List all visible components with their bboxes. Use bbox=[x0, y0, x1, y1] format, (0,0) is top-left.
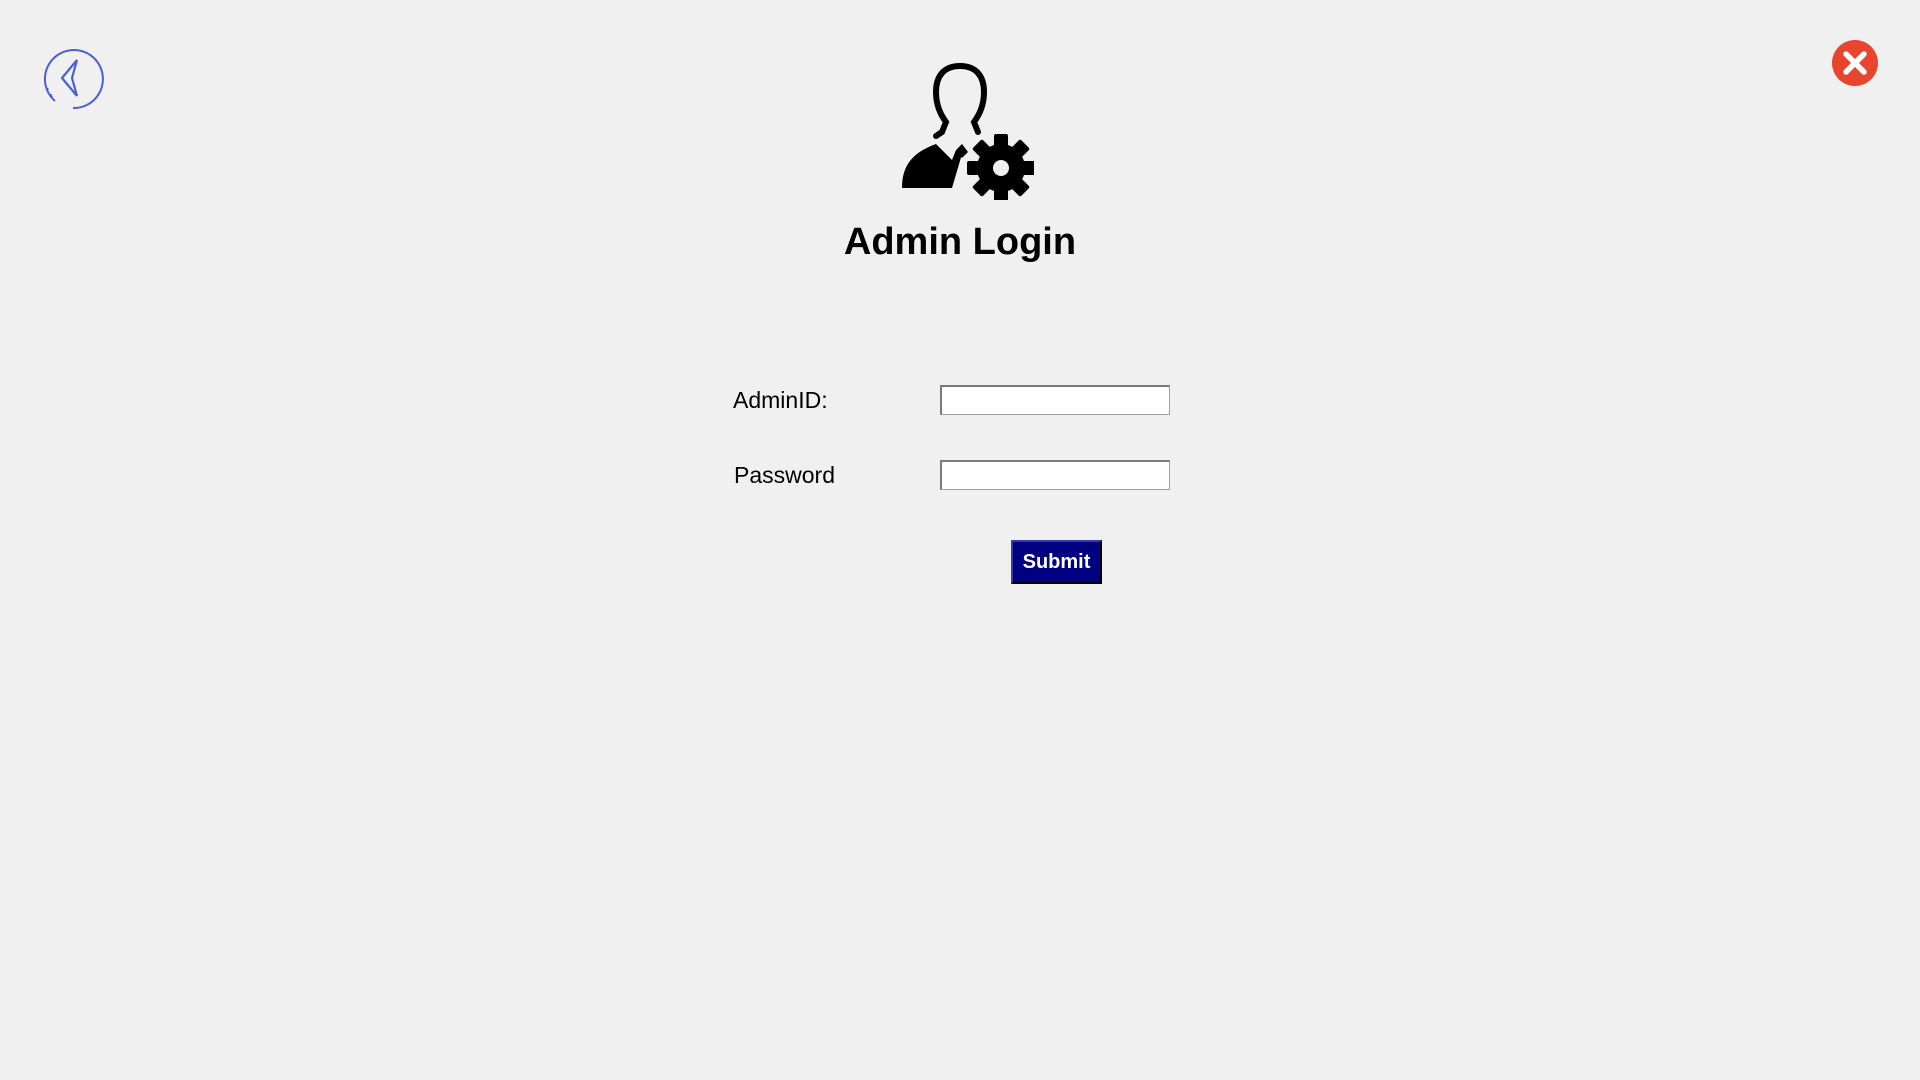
adminid-label: AdminID: bbox=[733, 387, 828, 413]
adminid-field[interactable] bbox=[940, 385, 1170, 415]
back-arrow-icon bbox=[43, 49, 104, 110]
password-field[interactable] bbox=[940, 460, 1170, 490]
admin-login-window: Admin Login AdminID: Password Submit bbox=[0, 0, 1920, 1080]
password-label: Password bbox=[734, 462, 835, 488]
admin-settings-icon bbox=[900, 62, 1035, 202]
page-title: Admin Login bbox=[843, 221, 1077, 263]
submit-button[interactable]: Submit bbox=[1011, 540, 1102, 584]
back-button[interactable] bbox=[41, 47, 105, 111]
close-icon bbox=[1832, 40, 1878, 86]
close-button[interactable] bbox=[1831, 39, 1879, 87]
